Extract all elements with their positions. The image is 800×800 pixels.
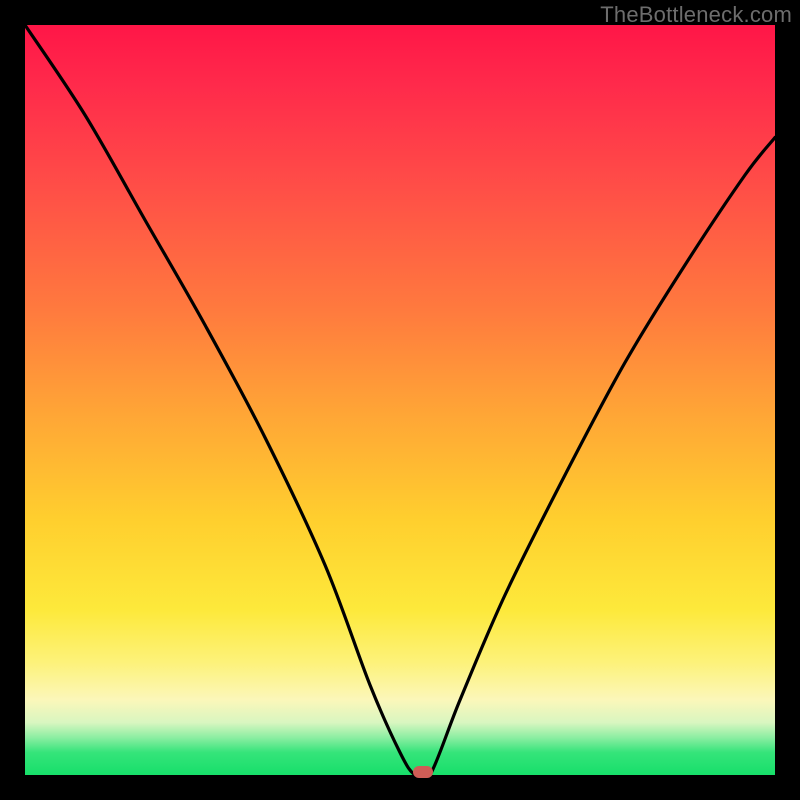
bottleneck-curve bbox=[25, 25, 775, 775]
optimum-marker bbox=[413, 766, 433, 778]
watermark-text: TheBottleneck.com bbox=[600, 2, 792, 28]
chart-frame: TheBottleneck.com bbox=[0, 0, 800, 800]
plot-area bbox=[25, 25, 775, 775]
